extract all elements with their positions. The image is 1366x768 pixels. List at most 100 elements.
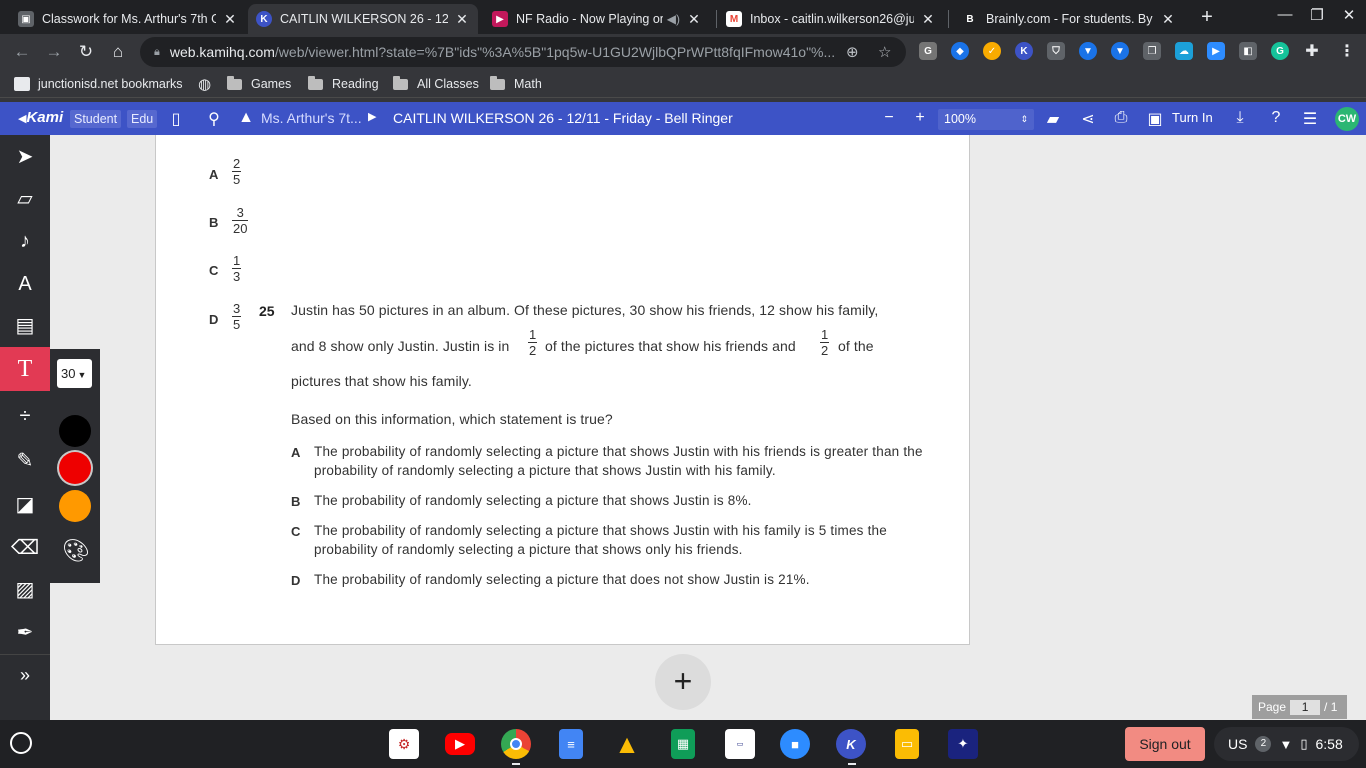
menu-hamburger-icon[interactable]: ☰: [1299, 109, 1321, 129]
image-tool-icon[interactable]: ▨: [0, 568, 50, 612]
grammarly-icon[interactable]: G: [1271, 42, 1289, 60]
new-tab-button[interactable]: +: [1196, 6, 1218, 28]
zoom-in-icon[interactable]: +: [909, 109, 931, 127]
close-window-button[interactable]: ✕: [1338, 6, 1360, 24]
comment-tool-icon[interactable]: ▤: [0, 304, 50, 348]
browser-menu-icon[interactable]: ⋮: [1338, 42, 1356, 60]
bookmark-folder-all-classes[interactable]: All Classes: [393, 75, 479, 93]
question-prompt[interactable]: Based on this information, which stateme…: [291, 411, 613, 427]
extension-g-icon[interactable]: G: [919, 42, 937, 60]
tab-kami-document[interactable]: K CAITLIN WILKERSON 26 - 12/11 ✕: [248, 4, 478, 34]
app-camera-icon[interactable]: ⚙: [389, 729, 419, 759]
palette-icon[interactable]: 🎨︎: [62, 538, 90, 564]
drive-icon[interactable]: ▲: [235, 109, 257, 127]
share-icon[interactable]: ⋖: [1077, 109, 1099, 129]
dictionary-tool-icon[interactable]: ▱: [0, 177, 50, 221]
extension-shield-gray-icon[interactable]: ⛉: [1047, 42, 1065, 60]
question-text-line[interactable]: of the pictures that show his friends an…: [545, 338, 796, 354]
color-swatch-red[interactable]: [59, 452, 91, 484]
forward-arrow-icon[interactable]: →: [42, 40, 66, 64]
breadcrumb-class[interactable]: Ms. Arthur's 7t...: [261, 110, 362, 126]
prev-option-fraction[interactable]: 3 20: [232, 205, 249, 236]
tab-brainly[interactable]: B Brainly.com - For students. By s ✕: [954, 4, 1184, 34]
app-sheets-icon[interactable]: ▦: [671, 729, 695, 759]
address-bar[interactable]: 🔒︎ web.kamihq.com /web/viewer.html?state…: [140, 37, 906, 67]
prev-option-fraction[interactable]: 1 3: [232, 253, 242, 284]
zoom-select[interactable]: 100% ⇕: [938, 109, 1034, 130]
extension-copy-icon[interactable]: ❐: [1143, 42, 1161, 60]
drawing-tool-icon[interactable]: ✎: [0, 439, 50, 483]
home-icon[interactable]: ⌂: [106, 40, 130, 64]
close-tab-icon[interactable]: ✕: [1160, 11, 1176, 28]
expand-toolbar-icon[interactable]: »: [0, 653, 50, 697]
font-size-select[interactable]: 30 ▼: [57, 359, 92, 388]
app-kami-icon[interactable]: K: [836, 729, 866, 759]
sign-out-button[interactable]: Sign out: [1125, 727, 1205, 761]
bookmark-folder-games[interactable]: Games: [227, 75, 291, 93]
select-tool-icon[interactable]: ➤: [0, 135, 50, 179]
text-to-speech-tool-icon[interactable]: ♪: [0, 219, 50, 263]
question-text-line[interactable]: Justin has 50 pictures in an album. Of t…: [291, 302, 878, 318]
page-number-input[interactable]: 1: [1290, 699, 1321, 715]
bookmark-globe[interactable]: ◍: [198, 75, 219, 93]
back-arrow-icon[interactable]: ←: [10, 40, 34, 64]
answer-option-b[interactable]: The probability of randomly selecting a …: [314, 491, 934, 510]
app-game-icon[interactable]: ✦: [948, 729, 978, 759]
answer-option-a[interactable]: The probability of randomly selecting a …: [314, 442, 934, 480]
half-fraction[interactable]: 1 2: [820, 327, 830, 358]
maximize-window-button[interactable]: ❐: [1306, 6, 1328, 24]
eraser-tool-icon[interactable]: ⌫: [0, 526, 50, 570]
minimize-window-button[interactable]: —: [1274, 6, 1296, 23]
equation-tool-icon[interactable]: ÷: [0, 394, 50, 438]
color-swatch-black[interactable]: [59, 415, 91, 447]
download-icon[interactable]: ⤓: [1229, 109, 1251, 127]
answer-option-c[interactable]: The probability of randomly selecting a …: [314, 521, 934, 559]
app-drive-icon[interactable]: ▲: [612, 729, 642, 759]
extensions-puzzle-icon[interactable]: ✚: [1303, 42, 1321, 60]
extension-v-icon[interactable]: ▼: [1079, 42, 1097, 60]
close-tab-icon[interactable]: ✕: [222, 11, 238, 28]
question-text-line[interactable]: of the: [838, 338, 874, 354]
reload-icon[interactable]: ↻: [74, 40, 98, 64]
tab-gmail-inbox[interactable]: M Inbox - caitlin.wilkerson26@jun ✕: [718, 4, 944, 34]
launcher-icon[interactable]: [10, 732, 32, 754]
install-app-icon[interactable]: ⊕: [846, 43, 859, 61]
extension-v2-icon[interactable]: ▼: [1111, 42, 1129, 60]
app-zoom-icon[interactable]: ■: [780, 729, 810, 759]
signature-tool-icon[interactable]: ✒: [0, 611, 50, 655]
markup-tool-icon[interactable]: A: [0, 262, 50, 306]
extension-screen-icon[interactable]: ◧: [1239, 42, 1257, 60]
close-tab-icon[interactable]: ✕: [454, 11, 470, 28]
color-swatch-orange[interactable]: [59, 490, 91, 522]
extension-cloud-icon[interactable]: ☁: [1175, 42, 1193, 60]
audio-playing-icon[interactable]: ◀): [667, 12, 680, 26]
tab-nf-radio[interactable]: ▶ NF Radio - Now Playing on ◀) ✕: [484, 4, 710, 34]
help-icon[interactable]: ?: [1265, 109, 1287, 127]
app-youtube-icon[interactable]: ▶: [445, 733, 475, 755]
add-page-button[interactable]: +: [655, 654, 711, 710]
lock-icon[interactable]: 🔒︎: [154, 46, 160, 59]
half-fraction[interactable]: 1 2: [528, 327, 538, 358]
tab-classwork[interactable]: ▣ Classwork for Ms. Arthur's 7th G ✕: [10, 4, 246, 34]
prev-option-fraction[interactable]: 3 5: [232, 301, 242, 332]
close-tab-icon[interactable]: ✕: [920, 11, 936, 28]
text-tool-icon[interactable]: T: [0, 347, 50, 391]
document-title[interactable]: CAITLIN WILKERSON 26 - 12/11 - Friday - …: [393, 110, 733, 126]
question-text-line[interactable]: pictures that show his family.: [291, 373, 472, 389]
extension-compass-icon[interactable]: ✓: [983, 42, 1001, 60]
extension-shield-icon[interactable]: ◆: [951, 42, 969, 60]
turn-in-button[interactable]: Turn In: [1172, 110, 1213, 125]
open-folder-icon[interactable]: ▰: [1042, 109, 1064, 129]
avatar[interactable]: CW: [1335, 107, 1359, 131]
sidebar-toggle-icon[interactable]: ▯: [165, 109, 187, 129]
print-icon[interactable]: ⎙: [1110, 109, 1132, 127]
app-pearson-testnav-icon[interactable]: ▭: [725, 729, 755, 759]
search-icon[interactable]: ⚲: [203, 109, 225, 129]
app-slides-icon[interactable]: ▭: [895, 729, 919, 759]
save-icon[interactable]: ▣: [1144, 109, 1166, 129]
bookmark-folder-reading[interactable]: Reading: [308, 75, 379, 93]
answer-option-d[interactable]: The probability of randomly selecting a …: [314, 570, 934, 589]
app-docs-icon[interactable]: ≡: [559, 729, 583, 759]
kami-extension-icon[interactable]: K: [1015, 42, 1033, 60]
prev-option-fraction[interactable]: 2 5: [232, 156, 242, 187]
